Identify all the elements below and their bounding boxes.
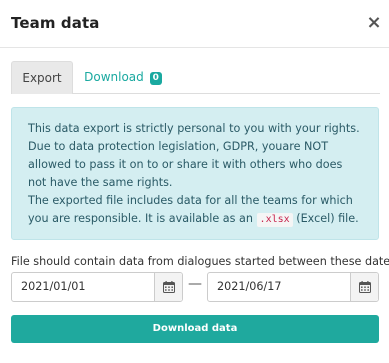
dialog-header: Team data × [0, 0, 389, 48]
dialog-title: Team data [11, 14, 100, 32]
calendar-icon [359, 281, 371, 293]
info-alert: This data export is strictly personal to… [11, 107, 379, 240]
tab-export[interactable]: Export [11, 61, 73, 94]
end-date-field[interactable]: 2021/06/17 [207, 272, 379, 302]
date-range-separator: — [188, 276, 202, 292]
start-date-field[interactable]: 2021/01/01 [11, 272, 183, 302]
start-date-value[interactable]: 2021/01/01 [21, 273, 85, 301]
close-button[interactable]: × [366, 13, 382, 33]
calendar-icon [163, 281, 175, 293]
download-data-button[interactable]: Download data [11, 315, 379, 343]
team-data-dialog: Team data × Export Download 0 This data … [0, 0, 389, 363]
tab-export-label: Export [22, 71, 62, 85]
start-date-picker-button[interactable] [154, 273, 182, 301]
tab-download[interactable]: Download 0 [73, 61, 173, 94]
info-format-suffix: (Excel) file. [292, 212, 359, 225]
tab-bar: Export Download 0 [11, 61, 380, 94]
info-paragraph-format: The exported file includes data for all … [28, 192, 362, 228]
end-date-value[interactable]: 2021/06/17 [217, 273, 281, 301]
info-paragraph-privacy: This data export is strictly personal to… [28, 122, 360, 189]
download-count-badge: 0 [149, 72, 162, 85]
end-date-picker-button[interactable] [350, 273, 378, 301]
date-range-label: File should contain data from dialogues … [11, 255, 389, 268]
tab-download-label: Download [84, 70, 144, 84]
file-extension-code: .xlsx [256, 213, 293, 227]
